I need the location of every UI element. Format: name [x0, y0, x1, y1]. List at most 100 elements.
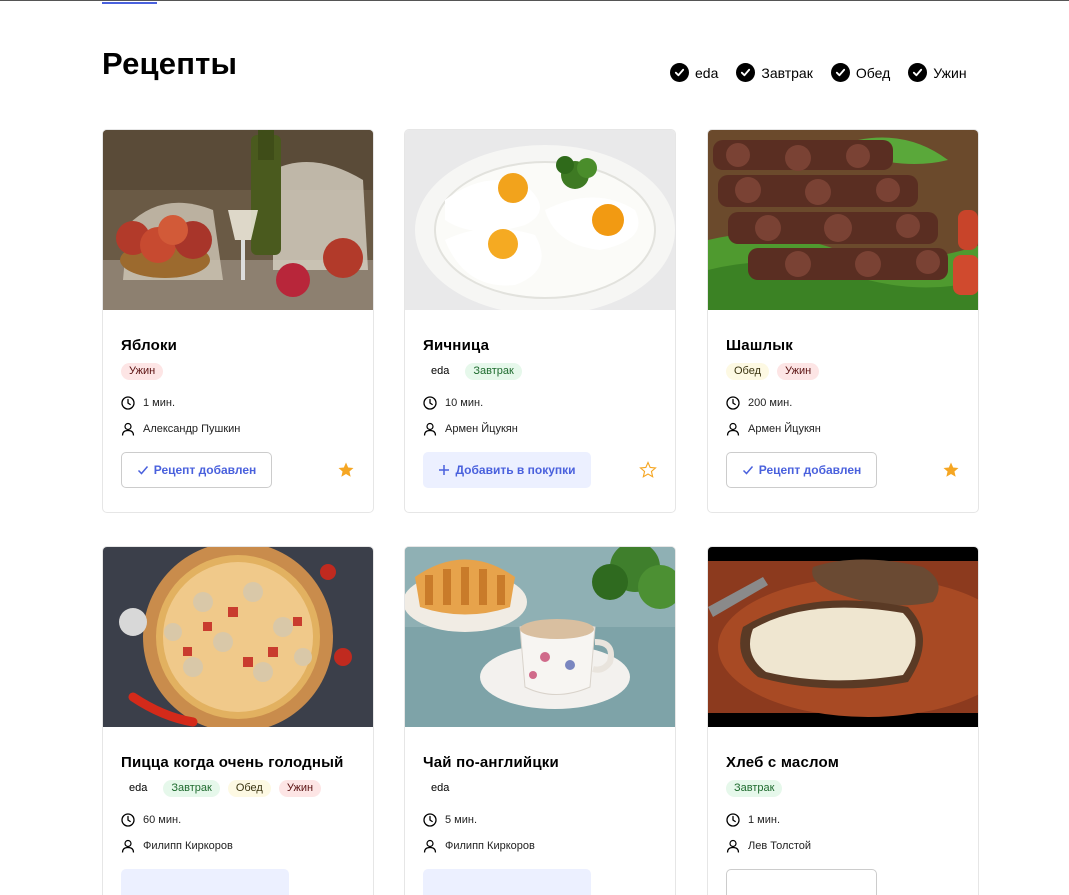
tag-eda: eda	[121, 780, 156, 797]
recipe-card: Чай по-английцки eda 5 мин. Филипп Кирко…	[404, 546, 676, 895]
author: Филипп Киркоров	[423, 839, 657, 853]
recipe-image-apples[interactable]	[103, 130, 373, 310]
add-to-shopping-button[interactable]	[423, 869, 591, 895]
tag-breakfast: Завтрак	[726, 780, 783, 797]
filter-breakfast[interactable]: Завтрак	[736, 63, 813, 82]
author: Филипп Киркоров	[121, 839, 355, 853]
author: Армен Йцукян	[423, 422, 657, 436]
time-value: 200 мин.	[748, 397, 793, 409]
recipe-tags: eda Завтрак Обед Ужин	[121, 780, 355, 797]
author-name[interactable]: Лев Толстой	[748, 840, 811, 852]
recipe-title[interactable]: Шашлык	[726, 337, 960, 355]
clock-icon	[423, 813, 437, 827]
recipe-image-fried-eggs[interactable]	[405, 130, 675, 310]
star-filled-icon[interactable]	[337, 461, 355, 479]
user-icon	[423, 422, 437, 436]
tag-filters: eda Завтрак Обед Ужин	[670, 63, 985, 82]
filter-lunch[interactable]: Обед	[830, 63, 891, 82]
clock-icon	[726, 813, 740, 827]
top-border	[0, 0, 1069, 1]
cooking-time: 10 мин.	[423, 396, 657, 410]
recipe-added-button[interactable]	[726, 869, 877, 895]
checkbox-checked-icon[interactable]	[830, 63, 850, 82]
tag-breakfast: Завтрак	[163, 780, 220, 797]
user-icon	[121, 839, 135, 853]
tag-eda: eda	[423, 780, 458, 797]
time-value: 5 мин.	[445, 814, 478, 826]
filter-eda[interactable]: eda	[670, 63, 718, 82]
button-label: Рецепт добавлен	[153, 463, 257, 477]
tag-lunch: Обед	[726, 363, 770, 380]
checkbox-checked-icon[interactable]	[736, 63, 756, 82]
author: Александр Пушкин	[121, 422, 355, 436]
check-icon	[137, 466, 148, 475]
recipe-title[interactable]: Яблоки	[121, 337, 355, 355]
recipe-card: Яичница eda Завтрак 10 мин. Армен Йцукян…	[404, 129, 676, 513]
clock-icon	[423, 396, 437, 410]
tag-dinner: Ужин	[278, 780, 322, 797]
cooking-time: 1 мин.	[121, 396, 355, 410]
recipe-card: Хлеб с маслом Завтрак 1 мин. Лев Толстой	[707, 546, 979, 895]
card-actions: Рецепт добавлен	[121, 452, 355, 512]
recipe-title[interactable]: Яичница	[423, 337, 657, 355]
author-name[interactable]: Армен Йцукян	[445, 423, 518, 435]
recipe-tags: eda Завтрак	[423, 363, 657, 380]
tag-breakfast: Завтрак	[465, 363, 522, 380]
filter-label: Ужин	[933, 64, 967, 81]
tag-eda: eda	[423, 363, 458, 380]
active-nav-underline	[102, 2, 157, 4]
author-name[interactable]: Александр Пушкин	[143, 423, 240, 435]
recipe-image-bread-butter[interactable]	[708, 547, 978, 727]
author: Лев Толстой	[726, 839, 960, 853]
card-actions: Добавить в покупки	[423, 452, 657, 512]
recipe-title[interactable]: Пицца когда очень голодный	[121, 754, 355, 772]
add-to-shopping-button[interactable]: Добавить в покупки	[423, 452, 591, 488]
filter-label: eda	[695, 64, 719, 81]
clock-icon	[121, 813, 135, 827]
button-label: Добавить в покупки	[455, 463, 576, 477]
time-value: 60 мин.	[143, 814, 182, 826]
recipe-added-button[interactable]: Рецепт добавлен	[726, 452, 877, 488]
cooking-time: 60 мин.	[121, 813, 355, 827]
tag-lunch: Обед	[227, 780, 271, 797]
recipe-tags: Завтрак	[726, 780, 960, 797]
filter-label: Обед	[855, 64, 891, 81]
recipe-title[interactable]: Хлеб с маслом	[726, 754, 960, 772]
clock-icon	[726, 396, 740, 410]
cooking-time: 1 мин.	[726, 813, 960, 827]
check-icon	[742, 466, 753, 475]
checkbox-checked-icon[interactable]	[908, 63, 928, 82]
author: Армен Йцукян	[726, 422, 960, 436]
page-title: Рецепты	[102, 46, 238, 81]
filter-label: Завтрак	[761, 64, 813, 81]
time-value: 1 мин.	[143, 397, 176, 409]
recipe-image-pizza[interactable]	[103, 547, 373, 727]
recipe-added-button[interactable]: Рецепт добавлен	[121, 452, 272, 488]
star-filled-icon[interactable]	[942, 461, 960, 479]
author-name[interactable]: Филипп Киркоров	[143, 840, 233, 852]
author-name[interactable]: Армен Йцукян	[748, 423, 821, 435]
plus-icon	[439, 465, 450, 475]
user-icon	[726, 839, 740, 853]
recipe-card: Яблоки Ужин 1 мин. Александр Пушкин Реце…	[102, 129, 374, 513]
recipe-tags: Обед Ужин	[726, 363, 960, 380]
button-label: Рецепт добавлен	[758, 463, 862, 477]
recipe-card: Шашлык Обед Ужин 200 мин. Армен Йцукян Р…	[707, 129, 979, 513]
user-icon	[423, 839, 437, 853]
user-icon	[726, 422, 740, 436]
star-outline-icon[interactable]	[639, 461, 657, 479]
recipe-image-tea[interactable]	[405, 547, 675, 727]
time-value: 1 мин.	[748, 814, 781, 826]
filter-dinner[interactable]: Ужин	[908, 63, 967, 82]
card-actions	[726, 869, 960, 895]
card-actions: Рецепт добавлен	[726, 452, 960, 512]
recipe-tags: eda	[423, 780, 657, 797]
cooking-time: 5 мин.	[423, 813, 657, 827]
recipe-image-shashlik[interactable]	[708, 130, 978, 310]
tag-dinner: Ужин	[777, 363, 820, 380]
author-name[interactable]: Филипп Киркоров	[445, 840, 535, 852]
recipe-title[interactable]: Чай по-английцки	[423, 754, 657, 772]
checkbox-checked-icon[interactable]	[670, 63, 689, 82]
add-to-shopping-button[interactable]	[121, 869, 289, 895]
recipe-tags: Ужин	[121, 363, 355, 380]
